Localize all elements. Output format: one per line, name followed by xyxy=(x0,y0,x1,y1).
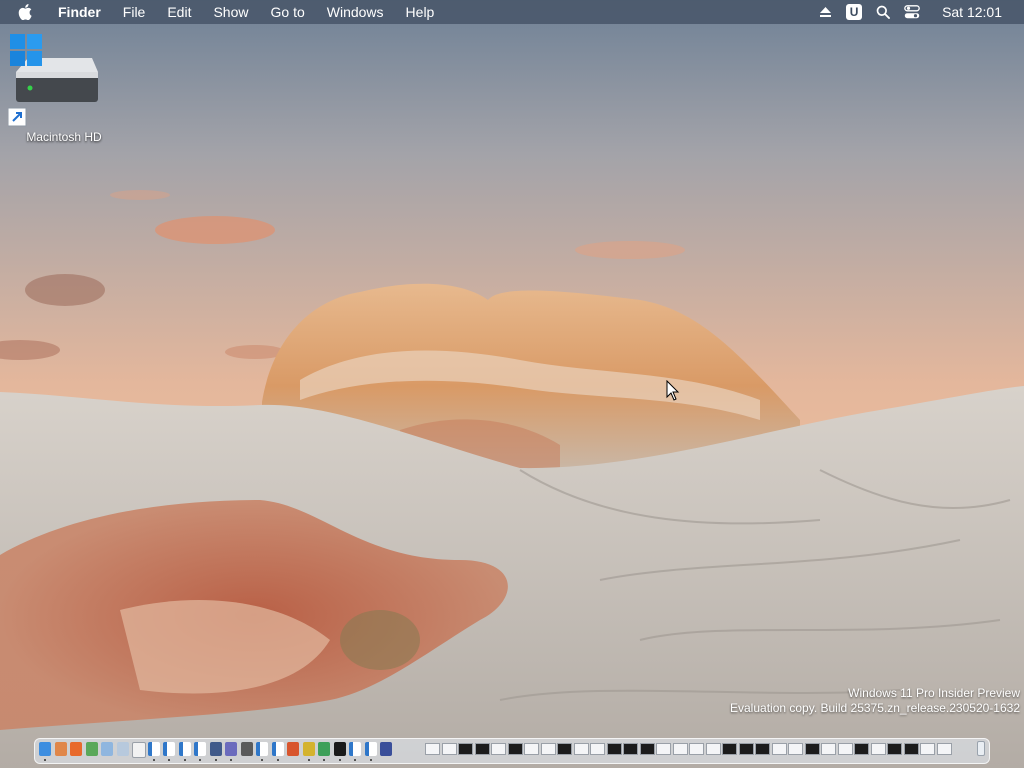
desktop-icon-macintosh-hd[interactable]: Macintosh HD xyxy=(7,32,104,150)
u-badge-text: U xyxy=(846,4,863,20)
minimized-window-thumbnail[interactable] xyxy=(425,743,440,755)
settings-icon[interactable] xyxy=(380,742,392,756)
finder-icon[interactable] xyxy=(39,742,51,756)
running-indicator xyxy=(307,759,310,761)
user-icon[interactable] xyxy=(209,742,222,756)
firefox-icon[interactable] xyxy=(70,742,82,756)
running-indicator xyxy=(199,759,201,761)
trash-icon[interactable] xyxy=(977,741,985,756)
textedit-icon[interactable] xyxy=(132,742,146,758)
minimized-window-thumbnail[interactable] xyxy=(474,743,490,755)
minimized-window-thumbnail[interactable] xyxy=(672,743,688,755)
preview-icon[interactable] xyxy=(116,742,129,756)
minimized-window-thumbnail[interactable] xyxy=(837,743,853,755)
menu-file[interactable]: File xyxy=(123,0,146,24)
minimized-window-thumbnail[interactable] xyxy=(656,743,671,755)
menu-show[interactable]: Show xyxy=(213,0,248,24)
window-icon[interactable] xyxy=(163,742,175,756)
minimized-window-thumbnail[interactable] xyxy=(557,743,572,755)
running-indicator xyxy=(354,759,356,761)
menu-windows[interactable]: Windows xyxy=(327,0,384,24)
running-indicator xyxy=(230,759,232,761)
mouse-cursor-icon xyxy=(666,380,680,401)
menu-clock[interactable]: Sat 12:01 xyxy=(942,0,1002,24)
minimized-window-thumbnail[interactable] xyxy=(804,743,820,755)
launchpad-icon[interactable] xyxy=(54,742,67,756)
minimized-window-thumbnail[interactable] xyxy=(738,743,754,755)
hard-drive-icon xyxy=(7,34,98,127)
notes-icon[interactable] xyxy=(101,742,113,756)
search-icon[interactable] xyxy=(876,5,891,19)
running-indicator xyxy=(214,759,217,761)
running-indicator xyxy=(152,759,155,761)
running-indicator xyxy=(369,759,372,761)
window-icon[interactable] xyxy=(349,742,361,756)
minimized-window-thumbnail[interactable] xyxy=(639,743,655,755)
desktop-icon-label: Macintosh HD xyxy=(26,130,102,144)
minimized-window-thumbnail[interactable] xyxy=(903,743,919,755)
minimized-window-thumbnail[interactable] xyxy=(491,743,506,755)
minimized-window-thumbnail[interactable] xyxy=(771,743,787,755)
status-area: U Sat 12:01 xyxy=(805,0,1024,24)
minimized-window-thumbnail[interactable] xyxy=(524,743,539,755)
menu-help[interactable]: Help xyxy=(406,0,435,24)
minimized-window-thumbnail[interactable] xyxy=(540,743,556,755)
green-app-icon[interactable] xyxy=(318,742,330,756)
running-indicator xyxy=(276,759,279,761)
window-icon[interactable] xyxy=(194,742,206,756)
running-indicator xyxy=(338,759,341,761)
minimized-window-thumbnail[interactable] xyxy=(722,743,737,755)
minimized-window-thumbnail[interactable] xyxy=(441,743,457,755)
minimized-window-thumbnail[interactable] xyxy=(458,743,473,755)
eject-icon[interactable] xyxy=(819,6,832,18)
network-icon[interactable] xyxy=(225,742,237,756)
apple-menu-icon[interactable] xyxy=(18,4,42,20)
menu-edit[interactable]: Edit xyxy=(167,0,191,24)
minimized-window-thumbnail[interactable] xyxy=(920,743,935,755)
media-icon[interactable] xyxy=(287,742,299,756)
minimized-window-thumbnail[interactable] xyxy=(788,743,803,755)
menu-finder[interactable]: Finder xyxy=(58,0,101,24)
window-icon[interactable] xyxy=(178,742,191,756)
minimized-window-thumbnail[interactable] xyxy=(936,743,952,755)
minimized-window-thumbnail[interactable] xyxy=(821,743,836,755)
watermark-line-1: Windows 11 Pro Insider Preview xyxy=(848,686,1020,700)
running-indicator xyxy=(168,759,170,761)
menu-bar: Finder File Edit Show Go to Windows Help… xyxy=(0,0,1024,24)
window-icon[interactable] xyxy=(147,742,160,756)
photos-icon[interactable] xyxy=(85,742,98,756)
u-app-icon[interactable]: U xyxy=(846,4,863,20)
running-indicator xyxy=(183,759,186,761)
minimized-window-thumbnail[interactable] xyxy=(887,743,902,755)
window-icon[interactable] xyxy=(271,742,284,756)
watermark-line-2: Evaluation copy. Build 25375.zn_release.… xyxy=(730,701,1020,715)
minimized-window-thumbnail[interactable] xyxy=(590,743,605,755)
terminal-icon[interactable] xyxy=(240,742,253,756)
minimized-window-thumbnail[interactable] xyxy=(573,743,589,755)
yellow-app-icon[interactable] xyxy=(302,742,315,756)
running-indicator xyxy=(323,759,325,761)
desktop-wallpaper xyxy=(0,0,1024,768)
menu-go-to[interactable]: Go to xyxy=(271,0,305,24)
dock xyxy=(34,738,990,764)
minimized-window-thumbnail[interactable] xyxy=(705,743,721,755)
window-icon[interactable] xyxy=(364,742,377,756)
control-center-icon[interactable] xyxy=(904,5,920,19)
minimized-window-thumbnail[interactable] xyxy=(606,743,622,755)
minimized-window-thumbnail[interactable] xyxy=(854,743,869,755)
minimized-window-thumbnail[interactable] xyxy=(623,743,638,755)
running-indicator xyxy=(261,759,263,761)
running-indicator xyxy=(44,759,46,761)
window-icon[interactable] xyxy=(256,742,268,756)
minimized-window-thumbnail[interactable] xyxy=(507,743,523,755)
shortcut-arrow-icon xyxy=(7,107,27,127)
minimized-window-thumbnail[interactable] xyxy=(870,743,886,755)
black-window-icon[interactable] xyxy=(333,742,346,756)
minimized-window-thumbnail[interactable] xyxy=(689,743,704,755)
minimized-window-thumbnail[interactable] xyxy=(755,743,770,755)
windows-watermark: Windows 11 Pro Insider Preview Evaluatio… xyxy=(730,686,1020,716)
